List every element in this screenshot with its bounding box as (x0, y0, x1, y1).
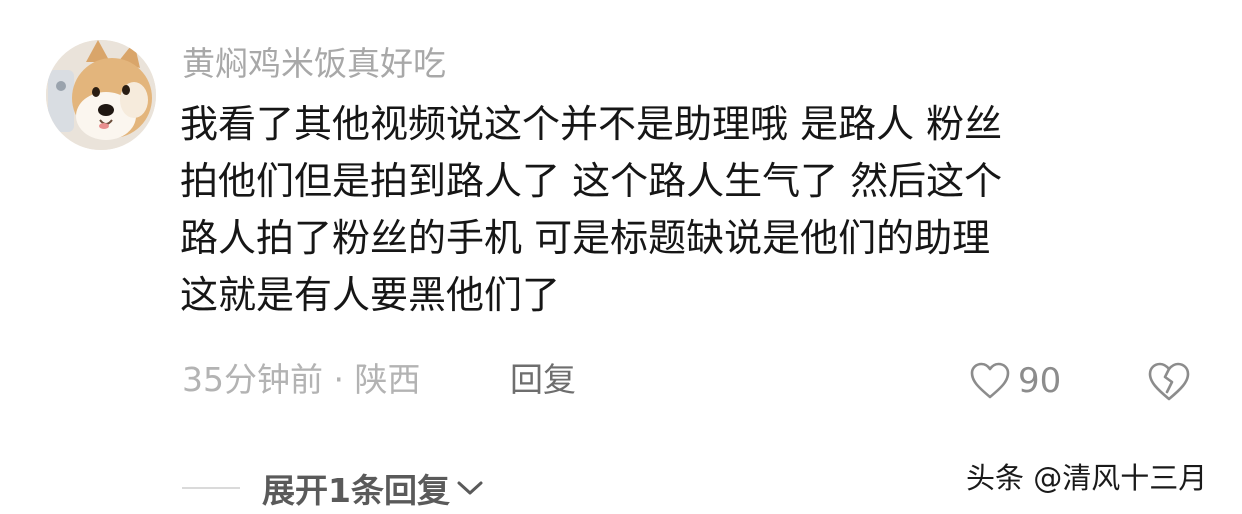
watermark: 头条 @清风十三月 (966, 461, 1208, 495)
comment-line: 我看了其他视频说这个并不是助理哦 是路人 粉丝 (180, 102, 1003, 146)
heart-outline-icon (970, 362, 1010, 399)
expand-replies-button[interactable]: 展开1条回复 (262, 464, 484, 512)
chevron-down-icon (457, 481, 483, 495)
comment-body: 我看了其他视频说这个并不是助理哦 是路人 粉丝 拍他们但是拍到路人了 这个路人生… (180, 96, 1180, 324)
comment-line: 这就是有人要黑他们了 (180, 273, 561, 317)
avatar[interactable] (46, 40, 156, 150)
dislike-button[interactable] (1148, 362, 1190, 402)
broken-heart-icon (1148, 362, 1190, 401)
comment-line: 路人拍了粉丝的手机 可是标题缺说是他们的助理 (180, 216, 991, 260)
reply-button[interactable]: 回复 (510, 356, 576, 404)
divider (182, 487, 240, 489)
like-count: 90 (1018, 361, 1062, 401)
like-button[interactable]: 90 (970, 358, 1061, 404)
shiba-dog-avatar-image (46, 40, 156, 150)
expand-replies-label: 展开1条回复 (262, 471, 450, 510)
comment-line: 拍他们但是拍到路人了 这个路人生气了 然后这个 (180, 159, 1003, 203)
comment-meta: 35分钟前 · 陕西 (182, 360, 421, 399)
comment-username[interactable]: 黄焖鸡米饭真好吃 (182, 40, 446, 88)
expand-replies-row: 展开1条回复 (182, 462, 484, 514)
